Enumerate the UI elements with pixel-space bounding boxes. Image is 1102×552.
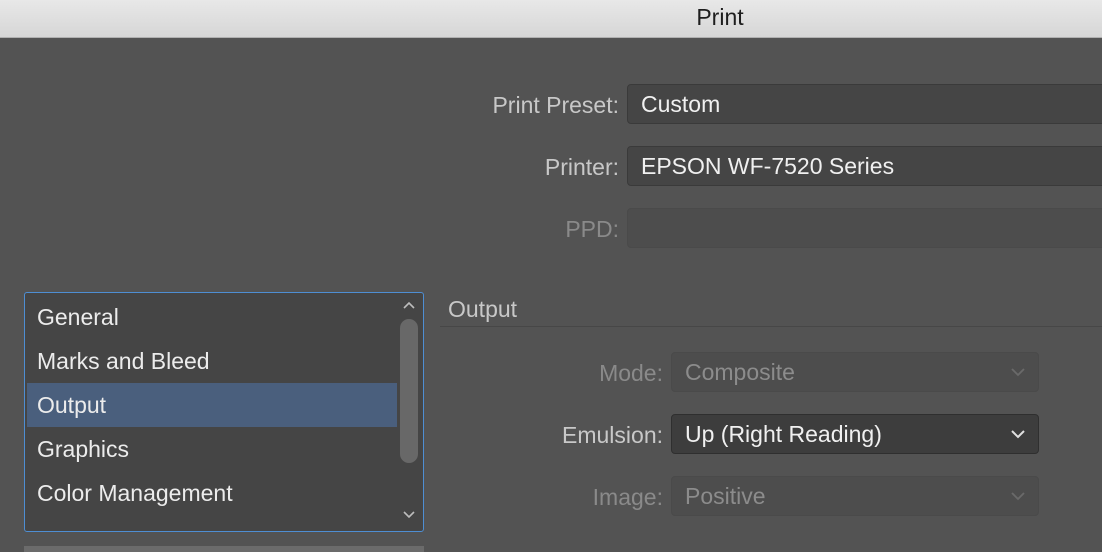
printer-label: Printer: xyxy=(544,154,619,180)
list-scrollbar[interactable] xyxy=(397,293,423,531)
ppd-label: PPD: xyxy=(565,216,619,242)
image-label: Image: xyxy=(592,484,663,510)
chevron-down-icon xyxy=(1011,430,1025,439)
print-preset-select[interactable]: Custom xyxy=(627,84,1102,124)
title-bar: Print xyxy=(0,0,1102,38)
emulsion-select[interactable]: Up (Right Reading) xyxy=(671,414,1039,454)
section-divider xyxy=(440,326,1102,327)
mode-label: Mode: xyxy=(599,360,663,386)
chevron-down-icon xyxy=(1011,368,1025,377)
list-item-color-management[interactable]: Color Management xyxy=(27,471,397,515)
scroll-up-icon[interactable] xyxy=(401,299,417,311)
list-item-marks-and-bleed[interactable]: Marks and Bleed xyxy=(27,339,397,383)
window-title: Print xyxy=(696,4,744,30)
chevron-down-icon xyxy=(1011,492,1025,501)
mode-select: Composite xyxy=(671,352,1039,392)
scroll-down-icon[interactable] xyxy=(401,509,417,521)
list-item-output[interactable]: Output xyxy=(27,383,397,427)
image-value: Positive xyxy=(685,483,766,509)
printer-select[interactable]: EPSON WF-7520 Series xyxy=(627,146,1102,186)
list-item-graphics[interactable]: Graphics xyxy=(27,427,397,471)
print-preset-label: Print Preset: xyxy=(492,92,619,118)
emulsion-label: Emulsion: xyxy=(562,422,663,448)
section-title: Output xyxy=(448,296,518,322)
mode-value: Composite xyxy=(685,359,795,385)
category-list[interactable]: General Marks and Bleed Output Graphics … xyxy=(24,292,424,532)
list-bottom-edge xyxy=(24,546,424,552)
scroll-thumb[interactable] xyxy=(400,319,418,463)
ppd-select xyxy=(627,208,1102,248)
list-item-general[interactable]: General xyxy=(27,295,397,339)
emulsion-value: Up (Right Reading) xyxy=(685,421,882,447)
image-select: Positive xyxy=(671,476,1039,516)
